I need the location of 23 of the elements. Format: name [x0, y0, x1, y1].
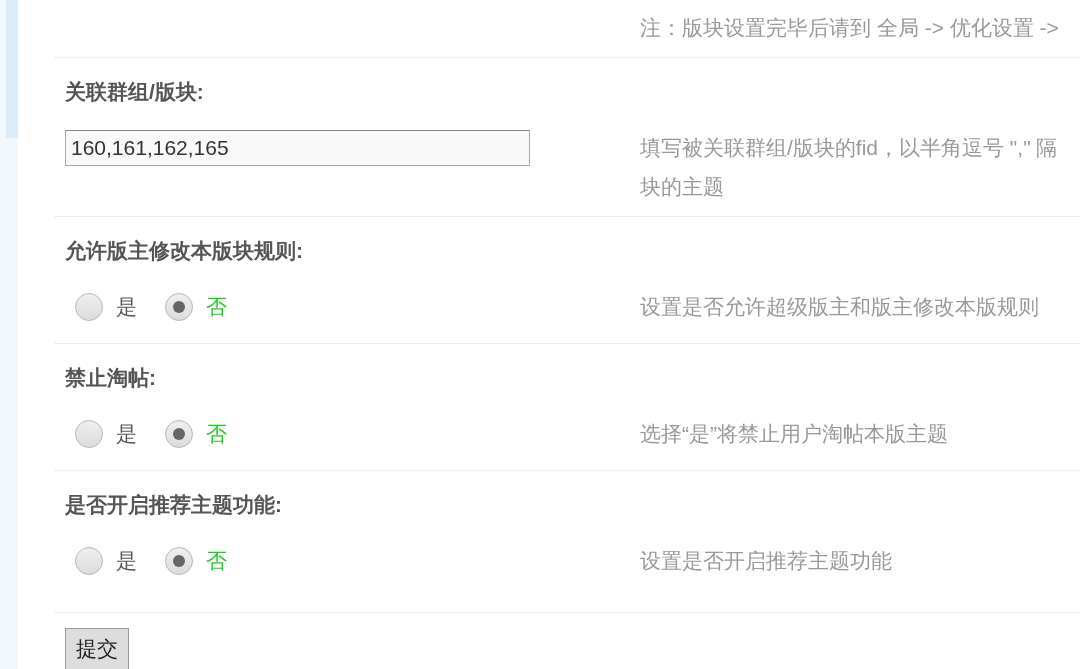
- radio-button[interactable]: [75, 546, 103, 575]
- setting-description: 设置是否允许超级版主和版主修改本版规则: [640, 294, 1039, 320]
- radio-label: 否: [206, 420, 227, 447]
- radio-label: 否: [206, 293, 227, 320]
- setting-description: 设置是否开启推荐主题功能: [640, 548, 892, 574]
- setting-label: 允许版主修改本版块规则:: [65, 238, 303, 264]
- setting-description: 选择“是”将禁止用户淘帖本版主题: [640, 421, 948, 447]
- radio-label: 是: [116, 547, 137, 574]
- radio-label: 是: [116, 293, 137, 320]
- radio-button[interactable]: [165, 546, 193, 575]
- radio-button[interactable]: [165, 419, 193, 448]
- submit-button[interactable]: 提交: [65, 628, 129, 669]
- radio-label: 否: [206, 547, 227, 574]
- radio-button[interactable]: [75, 292, 103, 321]
- setting-description: 填写被关联群组/版块的fid，以半角逗号 "," 隔 块的主题: [640, 135, 1058, 200]
- input-field[interactable]: 160,161,162,165: [65, 130, 530, 166]
- setting-label: 关联群组/版块:: [65, 79, 204, 105]
- radio-button[interactable]: [75, 419, 103, 448]
- setting-label: 是否开启推荐主题功能:: [65, 492, 282, 518]
- setting-label: 禁止淘帖:: [65, 365, 156, 391]
- note-text: 注：版块设置完毕后请到 全局 -> 优化设置 ->: [640, 15, 1059, 41]
- radio-label: 是: [116, 420, 137, 447]
- radio-button[interactable]: [165, 292, 193, 321]
